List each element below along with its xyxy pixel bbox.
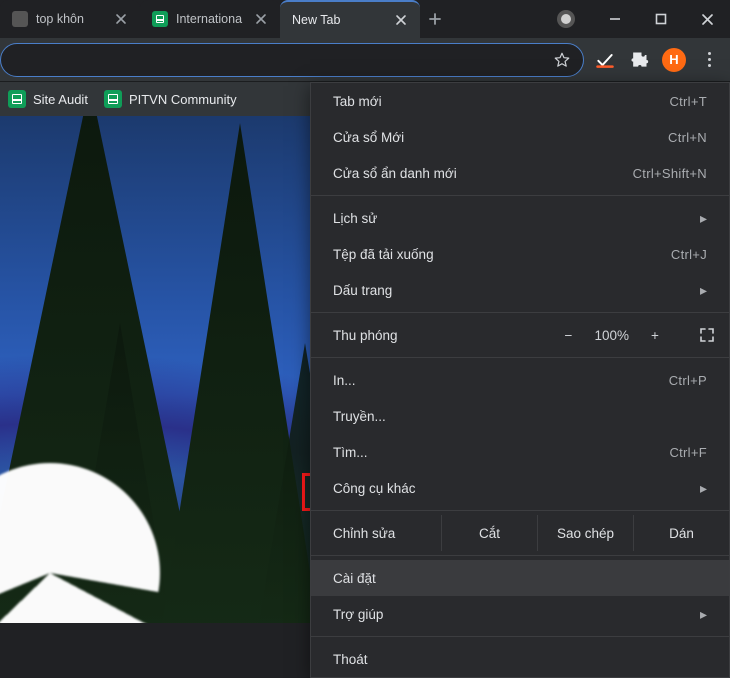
menu-shortcut: Ctrl+T <box>669 94 707 109</box>
zoom-value: 100% <box>594 328 629 343</box>
new-tab-button[interactable] <box>420 0 450 38</box>
zoom-in-button[interactable]: + <box>647 328 663 343</box>
menu-label: Tìm... <box>333 445 368 460</box>
menu-new-window[interactable]: Cửa sổ Mới Ctrl+N <box>311 119 729 155</box>
menu-label: Lịch sử <box>333 211 377 226</box>
menu-shortcut: Ctrl+J <box>671 247 707 262</box>
extensions-puzzle-icon[interactable] <box>628 49 650 71</box>
menu-help[interactable]: Trợ giúp ▸ <box>311 596 729 632</box>
chrome-main-menu: Tab mới Ctrl+T Cửa sổ Mới Ctrl+N Cửa sổ … <box>310 82 730 678</box>
menu-kebab-icon[interactable] <box>698 52 720 67</box>
menu-downloads[interactable]: Tệp đã tải xuống Ctrl+J <box>311 236 729 272</box>
bookmark-pitvn[interactable]: PITVN Community <box>104 90 237 108</box>
toolbar: H <box>0 38 730 82</box>
bookmark-star-icon[interactable] <box>553 51 571 69</box>
menu-separator <box>311 312 729 313</box>
menu-label: Chỉnh sửa <box>311 515 441 551</box>
maximize-button[interactable] <box>638 0 684 38</box>
tab-title: top khôn <box>36 12 106 26</box>
menu-label: Công cụ khác <box>333 481 416 496</box>
menu-zoom: Thu phóng − 100% + <box>311 317 729 353</box>
menu-label: Tab mới <box>333 94 382 109</box>
dropdown-icon[interactable] <box>546 0 592 38</box>
menu-cast[interactable]: Truyền... <box>311 398 729 434</box>
menu-label: In... <box>333 373 356 388</box>
chevron-right-icon: ▸ <box>700 480 707 497</box>
address-bar[interactable] <box>0 43 584 77</box>
menu-label: Trợ giúp <box>333 607 383 622</box>
bookmark-label: PITVN Community <box>129 92 237 107</box>
menu-separator <box>311 555 729 556</box>
close-icon[interactable] <box>394 13 408 27</box>
menu-shortcut: Ctrl+Shift+N <box>633 166 707 181</box>
menu-edit-cut[interactable]: Cắt <box>441 515 537 551</box>
menu-edit-row: Chỉnh sửa Cắt Sao chép Dán <box>311 515 729 551</box>
menu-find[interactable]: Tìm... Ctrl+F <box>311 434 729 470</box>
tab-favicon <box>12 11 28 27</box>
fullscreen-icon[interactable] <box>699 327 715 343</box>
sheets-icon <box>152 11 168 27</box>
menu-edit-copy[interactable]: Sao chép <box>537 515 633 551</box>
tab-title: New Tab <box>292 13 386 27</box>
menu-separator <box>311 636 729 637</box>
menu-shortcut: Ctrl+N <box>668 130 707 145</box>
menu-incognito[interactable]: Cửa sổ ẩn danh mới Ctrl+Shift+N <box>311 155 729 191</box>
tab-1[interactable]: Internationa <box>140 0 280 38</box>
bookmark-site-audit[interactable]: Site Audit <box>8 90 88 108</box>
menu-label: Dấu trang <box>333 283 392 298</box>
bookmark-label: Site Audit <box>33 92 88 107</box>
menu-edit-paste[interactable]: Dán <box>633 515 729 551</box>
menu-shortcut: Ctrl+P <box>669 373 707 388</box>
window-controls <box>546 0 730 38</box>
sheets-icon <box>104 90 122 108</box>
tab-2-active[interactable]: New Tab <box>280 0 420 38</box>
menu-label: Cài đặt <box>333 571 376 586</box>
tab-0[interactable]: top khôn <box>0 0 140 38</box>
menu-separator <box>311 357 729 358</box>
menu-settings[interactable]: Cài đặt <box>311 560 729 596</box>
menu-new-tab[interactable]: Tab mới Ctrl+T <box>311 83 729 119</box>
menu-exit[interactable]: Thoát <box>311 641 729 677</box>
chevron-right-icon: ▸ <box>700 282 707 299</box>
menu-label: Truyền... <box>333 409 386 424</box>
menu-separator <box>311 195 729 196</box>
menu-history[interactable]: Lịch sử ▸ <box>311 200 729 236</box>
menu-label: Thoát <box>333 652 368 667</box>
tab-strip: top khôn Internationa New Tab <box>0 0 546 38</box>
chevron-right-icon: ▸ <box>700 210 707 227</box>
menu-shortcut: Ctrl+F <box>669 445 707 460</box>
close-icon[interactable] <box>114 12 128 26</box>
title-bar: top khôn Internationa New Tab <box>0 0 730 38</box>
menu-label: Tệp đã tải xuống <box>333 247 434 262</box>
menu-label: Cửa sổ ẩn danh mới <box>333 166 457 181</box>
menu-separator <box>311 510 729 511</box>
extension-check-icon[interactable] <box>594 49 616 71</box>
close-window-button[interactable] <box>684 0 730 38</box>
chevron-right-icon: ▸ <box>700 606 707 623</box>
zoom-out-button[interactable]: − <box>560 328 576 343</box>
menu-label: Cửa sổ Mới <box>333 130 404 145</box>
sheets-icon <box>8 90 26 108</box>
menu-bookmarks[interactable]: Dấu trang ▸ <box>311 272 729 308</box>
menu-more-tools[interactable]: Công cụ khác ▸ <box>311 470 729 506</box>
profile-avatar[interactable]: H <box>662 48 686 72</box>
tab-title: Internationa <box>176 12 246 26</box>
close-icon[interactable] <box>254 12 268 26</box>
menu-print[interactable]: In... Ctrl+P <box>311 362 729 398</box>
minimize-button[interactable] <box>592 0 638 38</box>
menu-label: Thu phóng <box>333 328 550 343</box>
